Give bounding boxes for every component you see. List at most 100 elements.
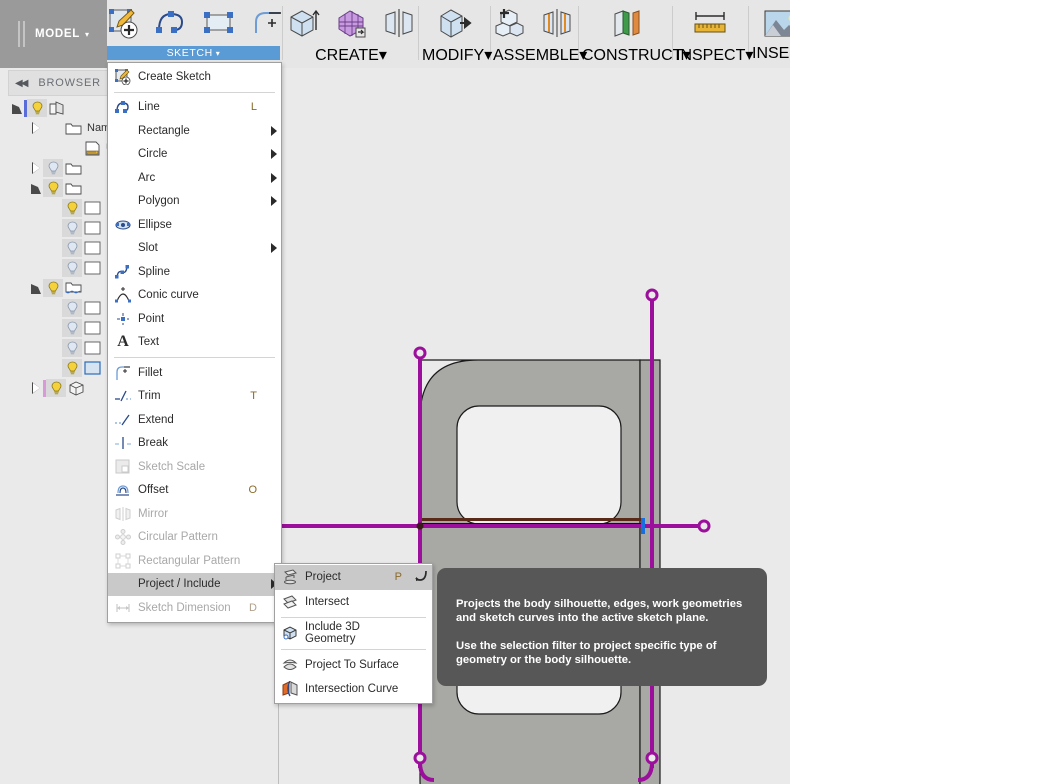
- chevron-down-icon: ▾: [484, 47, 493, 64]
- project-include-submenu[interactable]: Project P Intersect Include 3D Geometry Proj…: [274, 563, 433, 704]
- visibility-bulb-icon[interactable]: [62, 239, 82, 257]
- tree-node[interactable]: [29, 378, 86, 398]
- menu-item-conic-curve[interactable]: Conic curve: [108, 284, 281, 308]
- collapse-arrows-icon[interactable]: ◀◀: [15, 78, 28, 89]
- menu-item-trim[interactable]: Trim T: [108, 385, 281, 409]
- menu-item-break[interactable]: Break: [108, 432, 281, 456]
- panel-label-create[interactable]: CREATE▾: [287, 45, 415, 65]
- workspace-selector[interactable]: MODEL ▾: [0, 0, 107, 68]
- visibility-bulb-icon[interactable]: [62, 199, 82, 217]
- panel-label-assemble[interactable]: ASSEMBLE▾: [493, 45, 587, 65]
- sketch-point-mid-right[interactable]: [697, 519, 711, 533]
- no-icon: [112, 169, 134, 187]
- visibility-bulb-icon[interactable]: [43, 159, 63, 177]
- visibility-bulb-icon[interactable]: [62, 299, 82, 317]
- visibility-bulb-icon[interactable]: [43, 179, 63, 197]
- panel-label-modify[interactable]: MODIFY▾: [422, 45, 492, 65]
- panel-label-sketch[interactable]: SKETCH ▾: [107, 46, 280, 60]
- menu-item-label: Ellipse: [138, 218, 172, 231]
- extrude-icon[interactable]: [281, 3, 325, 43]
- menu-item-spline[interactable]: Spline: [108, 260, 281, 284]
- insert-image-icon[interactable]: [760, 3, 790, 43]
- tree-node[interactable]: Nam: [29, 118, 110, 138]
- menu-item-arc[interactable]: Arc: [108, 166, 281, 190]
- visibility-bulb-icon[interactable]: [62, 319, 82, 337]
- collapsed-arrow-icon[interactable]: [29, 161, 43, 175]
- new-component-icon[interactable]: [487, 3, 531, 43]
- panel-label-inspect[interactable]: INSPECT▾: [676, 45, 753, 65]
- tree-node[interactable]: [48, 218, 102, 238]
- menu-item-label: Fillet: [138, 366, 163, 379]
- no-arrow: [48, 141, 62, 155]
- measure-icon[interactable]: [688, 3, 732, 43]
- menu-item-text[interactable]: A Text: [108, 331, 281, 355]
- menu-item-rectangle[interactable]: Rectangle: [108, 119, 281, 143]
- tree-node[interactable]: [29, 178, 83, 198]
- submenu-item-include-3d-geometry[interactable]: Include 3D Geometry: [275, 621, 432, 646]
- menu-item-extend[interactable]: Extend: [108, 408, 281, 432]
- loft-icon[interactable]: [329, 3, 373, 43]
- panel-label-construct[interactable]: CONSTRUCT▾: [582, 45, 690, 65]
- submenu-arrow-icon: [267, 149, 279, 160]
- menu-item-project-include[interactable]: Project / Include: [108, 572, 281, 596]
- visibility-bulb-icon[interactable]: [62, 339, 82, 357]
- panel-label-insert[interactable]: INSERT: [752, 45, 790, 63]
- offset-plane-icon[interactable]: [604, 3, 648, 43]
- rectangle-icon[interactable]: [197, 3, 241, 43]
- menu-item-shortcut: T: [250, 390, 257, 403]
- press-pull-icon[interactable]: [433, 3, 477, 43]
- visibility-bulb-icon[interactable]: [46, 379, 66, 397]
- menu-item-polygon[interactable]: Polygon: [108, 190, 281, 214]
- submenu-item-project-to-surface[interactable]: Project To Surface: [275, 653, 432, 678]
- visibility-bulb-icon[interactable]: [62, 219, 82, 237]
- visibility-bulb-icon[interactable]: [62, 259, 82, 277]
- expanded-arrow-icon[interactable]: [29, 281, 43, 295]
- collapsed-arrow-icon[interactable]: [29, 381, 43, 395]
- line-icon[interactable]: [149, 3, 193, 43]
- sketch-mirror-icon: [112, 505, 134, 523]
- intersect-icon: [279, 593, 301, 611]
- mirror-icon[interactable]: [377, 3, 421, 43]
- no-icon: [112, 122, 134, 140]
- tree-node[interactable]: [29, 158, 83, 178]
- sketch-dimension-icon: [112, 599, 134, 617]
- menu-item-circle[interactable]: Circle: [108, 143, 281, 167]
- sketch-point-top-right[interactable]: [645, 288, 659, 302]
- joint-icon[interactable]: [535, 3, 579, 43]
- create-sketch-icon[interactable]: [101, 3, 145, 43]
- collapsed-arrow-icon[interactable]: [29, 121, 43, 135]
- tree-node[interactable]: [48, 338, 102, 358]
- sketch-dropdown-menu[interactable]: Create Sketch Line L Rectangle Circle Arc Poly…: [107, 62, 282, 623]
- menu-item-create-sketch[interactable]: Create Sketch: [108, 65, 281, 89]
- tree-node[interactable]: [48, 358, 102, 378]
- project-tooltip: Projects the body silhouette, edges, wor…: [437, 568, 767, 686]
- tree-node[interactable]: [29, 278, 83, 298]
- mouse-cursor-icon: [412, 570, 428, 584]
- expanded-arrow-icon[interactable]: [10, 101, 24, 115]
- tree-node[interactable]: [48, 198, 102, 218]
- visibility-bulb-icon[interactable]: [43, 279, 63, 297]
- menu-item-fillet[interactable]: Fillet: [108, 361, 281, 385]
- menu-item-slot[interactable]: Slot: [108, 237, 281, 261]
- submenu-item-intersection-curve[interactable]: Intersection Curve: [275, 677, 432, 702]
- menu-item-offset[interactable]: Offset O: [108, 479, 281, 503]
- visibility-bulb-icon[interactable]: [27, 99, 47, 117]
- menu-item-point[interactable]: Point: [108, 307, 281, 331]
- tree-node[interactable]: [48, 258, 102, 278]
- tree-node[interactable]: [10, 98, 67, 118]
- tree-node[interactable]: [48, 238, 102, 258]
- menu-item-sketch-scale: Sketch Scale: [108, 455, 281, 479]
- sketch-point-top-left[interactable]: [413, 346, 427, 360]
- submenu-item-intersect[interactable]: Intersect: [275, 590, 432, 615]
- submenu-item-project[interactable]: Project P: [275, 565, 432, 590]
- sketch-point-bottom-left[interactable]: [413, 751, 427, 765]
- tree-node[interactable]: [48, 318, 102, 338]
- expanded-arrow-icon[interactable]: [29, 181, 43, 195]
- menu-item-ellipse[interactable]: Ellipse: [108, 213, 281, 237]
- menu-item-line[interactable]: Line L: [108, 96, 281, 120]
- visibility-bulb-icon[interactable]: [62, 359, 82, 377]
- sketch-point-bottom-right[interactable]: [645, 751, 659, 765]
- menu-item-label: Circular Pattern: [138, 531, 218, 544]
- tree-node[interactable]: [48, 298, 102, 318]
